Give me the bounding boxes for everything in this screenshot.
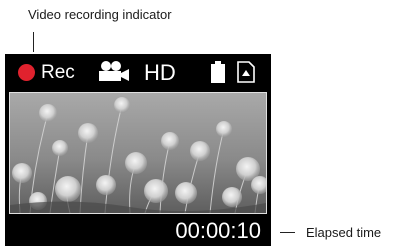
recording-label: Rec — [41, 62, 75, 83]
battery-icon — [211, 61, 225, 88]
elapsed-time-leader-line — [280, 232, 295, 233]
memory-card-icon — [237, 61, 255, 88]
recording-indicator-dot — [18, 64, 35, 81]
recording-indicator-callout: Video recording indicator — [28, 7, 172, 22]
viewfinder-preview — [9, 92, 267, 214]
recording-indicator-leader-line — [33, 32, 34, 52]
video-quality-label: HD — [144, 60, 176, 85]
status-bar: Rec HD — [5, 54, 271, 90]
camera-screen: Rec HD 00:00:10 — [5, 54, 271, 246]
video-camera-icon — [97, 60, 131, 89]
elapsed-time-callout: Elapsed time — [306, 225, 382, 240]
preview-image — [10, 93, 266, 213]
elapsed-time-readout: 00:00:10 — [175, 218, 261, 243]
